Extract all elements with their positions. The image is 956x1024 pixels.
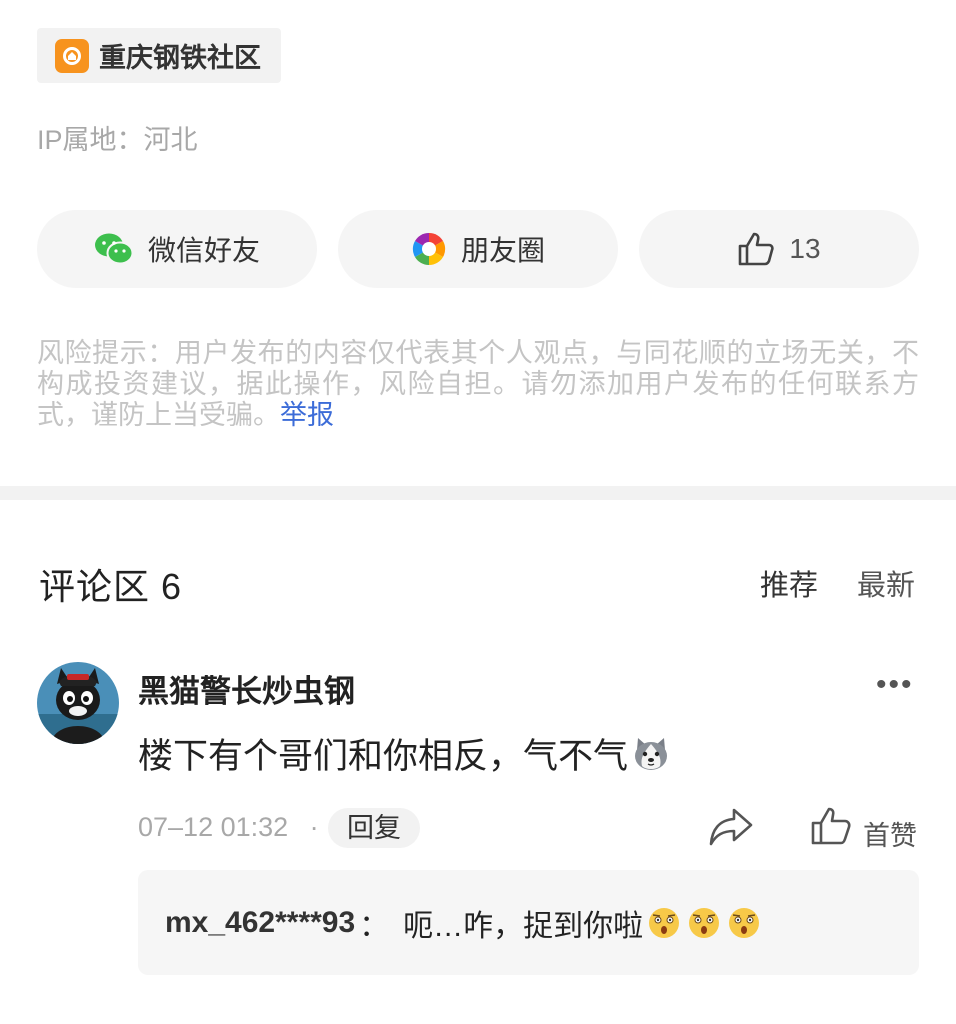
- share-wechat-label: 微信好友: [147, 235, 260, 266]
- comment-text-content: 楼下有个哥们和你相反，气不气: [138, 737, 629, 776]
- report-link[interactable]: 举报: [280, 400, 334, 430]
- community-name: 重庆钢铁社区: [99, 43, 261, 73]
- reply-separator: ：: [359, 910, 390, 943]
- forward-icon[interactable]: [708, 806, 754, 853]
- share-moments-button[interactable]: 朋友圈: [338, 210, 618, 288]
- reply-button[interactable]: 回复: [328, 808, 420, 848]
- comment-like-icon[interactable]: [810, 806, 852, 851]
- risk-notice: 风险提示：用户发布的内容仅代表其个人观点，与同花顺的立场无关，不构成投资建议，据…: [37, 338, 919, 431]
- moments-icon: [412, 232, 446, 266]
- reply-text: 呃…咋，捉到你啦: [403, 910, 644, 943]
- sort-recommend-tab[interactable]: 推荐: [760, 562, 818, 604]
- surprised-face-emoji: [647, 906, 761, 940]
- wechat-icon: [94, 233, 134, 265]
- section-divider: [0, 486, 956, 500]
- reply-item[interactable]: mx_462****93 ： 呃…咋，捉到你啦: [165, 901, 761, 945]
- comment-meta: 07–12 01:32 ·: [138, 812, 329, 843]
- like-button[interactable]: 13: [639, 210, 919, 288]
- like-count: 13: [789, 233, 821, 264]
- avatar[interactable]: [37, 662, 119, 744]
- reply-username[interactable]: mx_462****93: [165, 906, 355, 940]
- share-moments-label: 朋友圈: [460, 235, 545, 266]
- meta-separator: ·: [309, 812, 319, 842]
- share-wechat-button[interactable]: 微信好友: [37, 210, 317, 288]
- comments-title: 评论区 6: [39, 566, 183, 607]
- ip-location: IP属地：河北: [37, 125, 198, 155]
- thumbs-up-icon: [739, 232, 775, 266]
- comment-text: 楼下有个哥们和你相反，气不气: [138, 728, 670, 779]
- community-icon: [55, 38, 89, 73]
- first-like-label[interactable]: 首赞: [863, 814, 917, 853]
- comment-time: 07–12 01:32: [138, 812, 289, 842]
- more-options-icon[interactable]: •••: [876, 668, 914, 702]
- comment-username[interactable]: 黑猫警长炒虫钢: [138, 666, 355, 711]
- sort-latest-tab[interactable]: 最新: [857, 562, 915, 604]
- community-tag[interactable]: 重庆钢铁社区: [37, 28, 281, 83]
- risk-notice-text: 风险提示：用户发布的内容仅代表其个人观点，与同花顺的立场无关，不构成投资建议，据…: [37, 338, 919, 430]
- husky-emoji: [635, 737, 668, 770]
